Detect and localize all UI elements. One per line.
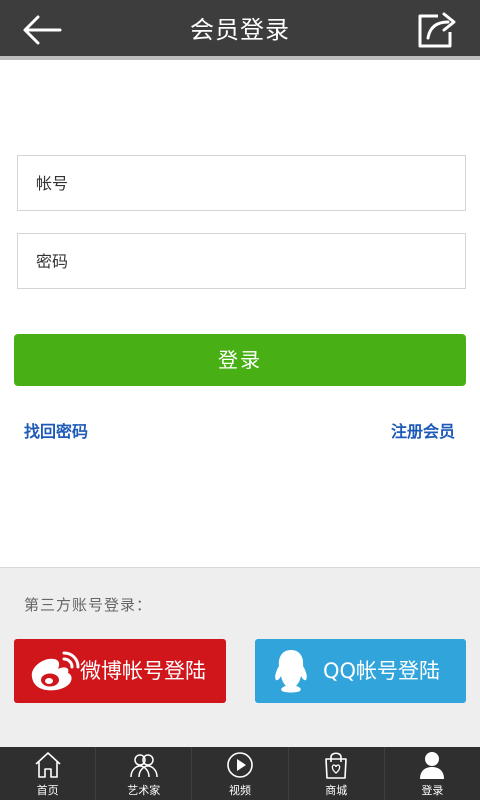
register-link[interactable]: 注册会员 bbox=[391, 418, 455, 442]
login-button[interactable]: 登录 bbox=[14, 334, 466, 386]
tab-shop-label: 商城 bbox=[325, 784, 348, 797]
shopping-bag-icon bbox=[325, 752, 348, 779]
home-icon bbox=[35, 752, 61, 778]
forgot-password-link[interactable]: 找回密码 bbox=[24, 418, 88, 442]
tab-video-label: 视频 bbox=[229, 784, 251, 797]
qq-login-label: QQ帐号登陆 bbox=[323, 659, 441, 683]
account-input[interactable] bbox=[17, 155, 466, 211]
page-title: 会员登录 bbox=[190, 16, 290, 44]
weibo-login-button[interactable]: 微博帐号登陆 bbox=[14, 639, 226, 703]
tab-home-label: 首页 bbox=[36, 784, 59, 797]
tab-login[interactable]: 登录 bbox=[385, 747, 480, 800]
tab-video[interactable]: 视频 bbox=[192, 747, 289, 800]
weibo-icon bbox=[31, 651, 80, 691]
qq-login-button[interactable]: QQ帐号登陆 bbox=[255, 639, 466, 703]
user-icon bbox=[420, 752, 445, 779]
third-party-login-section: 第三方账号登录： 微博帐号登陆 QQ帐号登陆 bbox=[0, 567, 480, 747]
third-party-label: 第三方账号登录： bbox=[24, 596, 153, 614]
play-icon bbox=[227, 752, 253, 778]
tab-shop[interactable]: 商城 bbox=[289, 747, 385, 800]
weibo-login-label: 微博帐号登陆 bbox=[80, 659, 206, 683]
share-icon[interactable] bbox=[414, 10, 460, 50]
password-input[interactable] bbox=[17, 233, 466, 289]
tab-artists-label: 艺术家 bbox=[127, 784, 161, 797]
qq-penguin-icon bbox=[275, 650, 307, 693]
tab-home[interactable]: 首页 bbox=[0, 747, 97, 800]
tab-login-label: 登录 bbox=[421, 784, 444, 797]
tab-artists[interactable]: 艺术家 bbox=[96, 747, 193, 800]
bottom-tab-bar: 首页 艺术家 视频 商城 登录 bbox=[0, 747, 480, 800]
artists-icon bbox=[130, 754, 158, 778]
header-bar: 会员登录 bbox=[0, 0, 480, 60]
